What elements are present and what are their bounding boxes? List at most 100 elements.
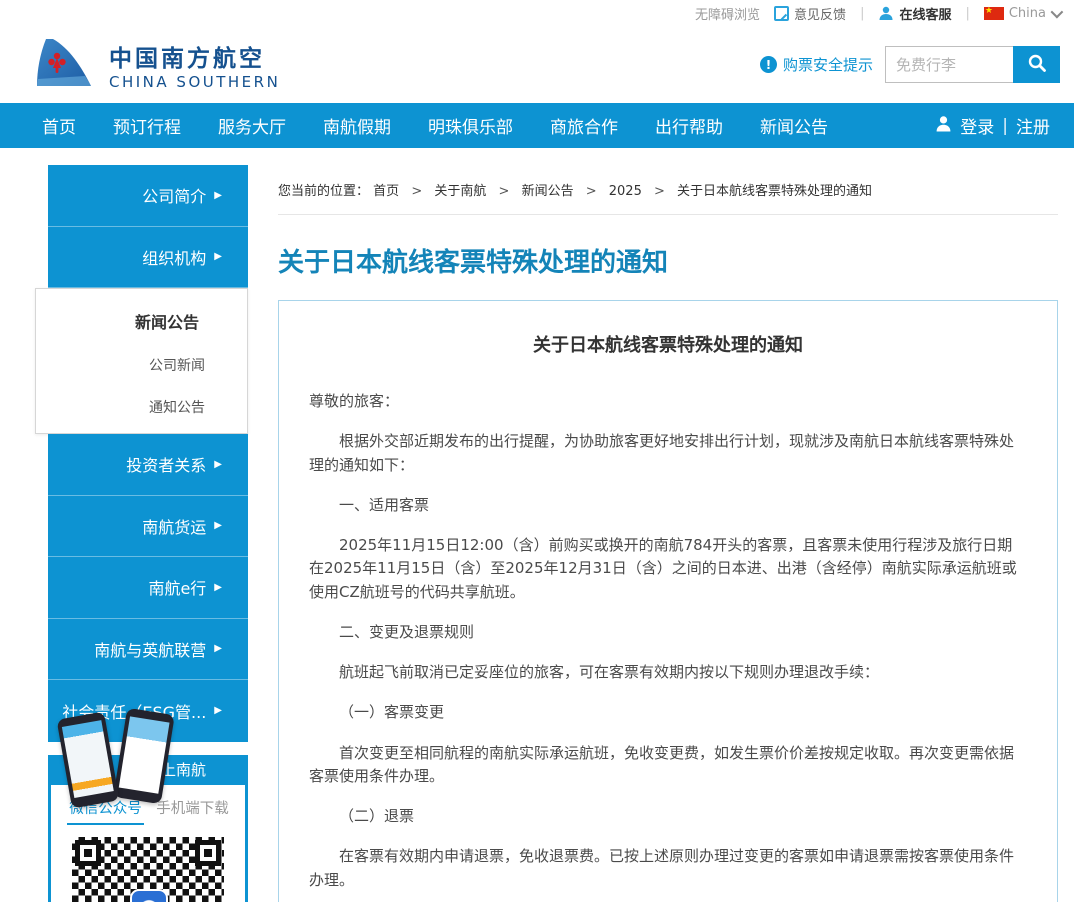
nav-sky-pearl-club[interactable]: 明珠俱乐部 (428, 113, 513, 138)
sidebar-item-company-profile[interactable]: 公司简介 ▶ (48, 165, 248, 227)
feedback-link[interactable]: 意见反馈 (774, 4, 846, 23)
sidebar-subitem-notices[interactable]: 通知公告 (36, 397, 247, 417)
register-link[interactable]: 注册 (1016, 113, 1050, 138)
logo-chinese: 中国南方航空 (109, 39, 280, 73)
breadcrumb-current[interactable]: 关于日本航线客票特殊处理的通知 (677, 184, 872, 199)
feedback-icon (774, 6, 789, 21)
divider: | (860, 6, 864, 21)
qr-finder (195, 840, 221, 866)
divider: | (965, 6, 969, 21)
online-service-label: 在线客服 (899, 4, 951, 23)
qr-center-logo (130, 889, 168, 902)
login-area: 登录 | 注册 (935, 113, 1050, 138)
nav-news[interactable]: 新闻公告 (760, 113, 828, 138)
sidebar-item-label: 公司简介 (142, 183, 206, 207)
sidebar-item-label: 南航货运 (142, 514, 206, 538)
breadcrumb-separator: > (586, 184, 597, 199)
sidebar-subitem-company-news[interactable]: 公司新闻 (36, 355, 247, 375)
nav-home[interactable]: 首页 (42, 113, 76, 138)
article-paragraph: 一、适用客票 (309, 494, 1027, 517)
sidebar-item-label: 投资者关系 (126, 452, 206, 476)
ticket-safety-tip-link[interactable]: ! 购票安全提示 (760, 54, 873, 75)
logo-text: 中国南方航空 CHINA SOUTHERN (109, 39, 280, 91)
article-paragraph: （一）客票变更 (309, 701, 1027, 724)
chevron-right-icon: ▶ (214, 520, 222, 531)
article-paragraph: 首次变更至相同航程的南航实际承运航班，免收变更费，如发生票价价差按规定收取。再次… (309, 742, 1027, 789)
main-nav: 首页 预订行程 服务大厅 南航假期 明珠俱乐部 商旅合作 出行帮助 新闻公告 登… (0, 103, 1074, 148)
china-flag-icon (984, 7, 1004, 20)
search-button[interactable] (1013, 46, 1060, 83)
header-right: ! 购票安全提示 (760, 46, 1060, 83)
alert-icon: ! (760, 56, 777, 73)
article-paragraph: 尊敬的旅客： (309, 390, 1027, 413)
user-icon (935, 115, 952, 137)
article-paragraph: 根据外交部近期发布的出行提醒，为协助旅客更好地安排出行计划，现就涉及南航日本航线… (309, 430, 1027, 477)
phones-image (60, 711, 200, 811)
logo[interactable]: 中国南方航空 CHINA SOUTHERN (35, 38, 280, 92)
nav-service-hall[interactable]: 服务大厅 (218, 113, 286, 138)
qr-finder (75, 840, 101, 866)
notice-article: 关于日本航线客票特殊处理的通知 尊敬的旅客： 根据外交部近期发布的出行提醒，为协… (278, 300, 1058, 902)
sidebar-item-label: 南航与英航联营 (94, 637, 206, 661)
customer-service-icon (878, 5, 894, 21)
nav-booking[interactable]: 预订行程 (113, 113, 181, 138)
tailfin-logo-icon (35, 38, 99, 92)
qr-code (72, 837, 224, 902)
page: 无障碍浏览 意见反馈 | 在线客服 | China (0, 0, 1074, 902)
login-link[interactable]: 登录 (960, 113, 994, 138)
logo-english: CHINA SOUTHERN (109, 73, 280, 91)
top-utility-bar: 无障碍浏览 意见反馈 | 在线客服 | China (0, 0, 1074, 26)
chevron-right-icon: ▶ (214, 643, 222, 654)
mobile-app-widget: 掌上南航 微信公众号 手机端下载 (48, 755, 248, 902)
breadcrumb-separator: > (654, 184, 665, 199)
breadcrumb-label: 您当前的位置： (278, 184, 369, 199)
search-input[interactable] (885, 46, 1013, 83)
accessibility-link[interactable]: 无障碍浏览 (695, 4, 760, 23)
article-paragraph: 二、变更及退票规则 (309, 621, 1027, 644)
nav-business-travel[interactable]: 商旅合作 (550, 113, 618, 138)
article-paragraph: 2025年11月15日12:00（含）前购买或换开的南航784开头的客票，且客票… (309, 534, 1027, 604)
sidebar-item-label: 组织机构 (142, 245, 206, 269)
breadcrumb-separator: > (411, 184, 422, 199)
region-selector[interactable]: China (984, 6, 1060, 21)
sidebar-item-e-travel[interactable]: 南航e行 ▶ (48, 557, 248, 619)
chevron-right-icon: ▶ (214, 582, 222, 593)
sidebar-item-organization[interactable]: 组织机构 ▶ (48, 227, 248, 289)
accessibility-label: 无障碍浏览 (695, 4, 760, 23)
online-service-link[interactable]: 在线客服 (878, 4, 951, 23)
sidebar-item-label: 南航e行 (148, 575, 206, 599)
breadcrumb-about[interactable]: 关于南航 (434, 184, 486, 199)
phone-graphic (113, 708, 174, 804)
chevron-right-icon: ▶ (214, 251, 222, 262)
sidebar-item-ba-joint-venture[interactable]: 南航与英航联营 ▶ (48, 619, 248, 681)
sidebar-expanded-news: 新闻公告 公司新闻 通知公告 (35, 288, 248, 434)
divider: | (1002, 116, 1008, 136)
sidebar-item-news-active[interactable]: 新闻公告 (36, 309, 247, 333)
article-paragraph: 在客票有效期内申请退票，免收退票费。已按上述原则办理过变更的客票如申请退票需按客… (309, 845, 1027, 892)
phone-graphic (57, 712, 120, 809)
search-box (885, 46, 1060, 83)
chevron-right-icon: ▶ (214, 190, 222, 201)
nav-holidays[interactable]: 南航假期 (323, 113, 391, 138)
sidebar: 公司简介 ▶ 组织机构 ▶ 新闻公告 公司新闻 通知公告 投资者关系 ▶ 南航货… (48, 165, 248, 742)
search-icon (1027, 53, 1047, 76)
nav-travel-help[interactable]: 出行帮助 (655, 113, 723, 138)
breadcrumb-news[interactable]: 新闻公告 (522, 184, 574, 199)
region-label: China (1009, 6, 1046, 21)
page-title: 关于日本航线客票特殊处理的通知 (278, 242, 1058, 279)
sidebar-item-cargo[interactable]: 南航货运 ▶ (48, 496, 248, 558)
chevron-right-icon: ▶ (214, 705, 222, 716)
article-paragraph: （二）退票 (309, 805, 1027, 828)
safety-tip-label: 购票安全提示 (783, 54, 873, 75)
chevron-right-icon: ▶ (214, 459, 222, 470)
breadcrumb-home[interactable]: 首页 (373, 184, 399, 199)
chevron-down-icon (1051, 5, 1064, 18)
breadcrumb-separator: > (499, 184, 510, 199)
header: 中国南方航空 CHINA SOUTHERN ! 购票安全提示 (0, 26, 1074, 103)
article-title: 关于日本航线客票特殊处理的通知 (309, 331, 1027, 357)
sidebar-item-investor-relations[interactable]: 投资者关系 ▶ (48, 434, 248, 496)
content: 您当前的位置： 首页 > 关于南航 > 新闻公告 > 2025 > 关于日本航线… (278, 172, 1058, 902)
article-paragraph: 航班起飞前取消已定妥座位的旅客，可在客票有效期内按以下规则办理退改手续： (309, 661, 1027, 684)
breadcrumb-2025[interactable]: 2025 (609, 184, 642, 199)
nav-items: 首页 预订行程 服务大厅 南航假期 明珠俱乐部 商旅合作 出行帮助 新闻公告 (42, 113, 828, 138)
